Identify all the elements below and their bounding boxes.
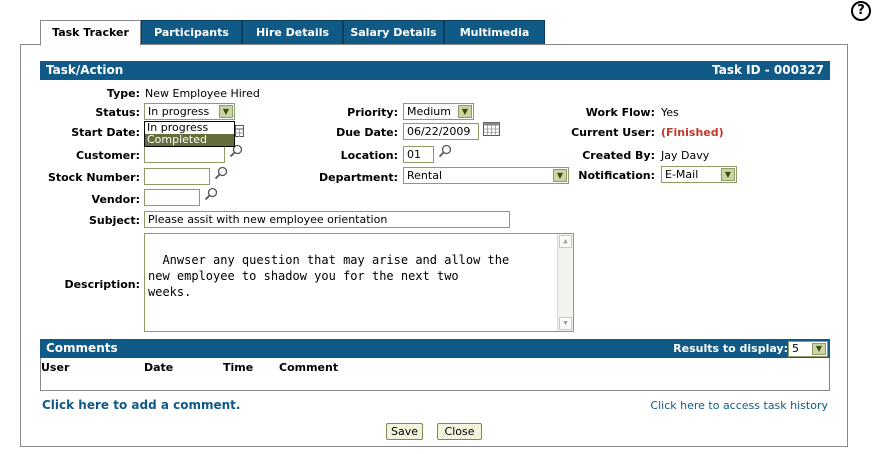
scroll-up-icon[interactable]: ▲ — [559, 235, 572, 248]
notification-label: Notification: — [578, 169, 655, 182]
task-id: Task ID - 000327 — [712, 63, 824, 77]
comments-column-date: Date — [144, 361, 174, 374]
search-icon[interactable] — [214, 166, 228, 180]
tab-salary-details[interactable]: Salary Details — [343, 20, 444, 45]
description-text: Anwser any question that may arise and a… — [148, 253, 510, 299]
tab-hire-details[interactable]: Hire Details — [242, 20, 343, 45]
chevron-down-icon[interactable]: ▼ — [721, 168, 735, 181]
status-option-completed[interactable]: Completed — [145, 134, 234, 146]
search-icon[interactable] — [438, 144, 452, 158]
search-icon[interactable] — [204, 187, 218, 201]
task-action-title: Task/Action — [46, 63, 124, 77]
priority-selected-value: Medium — [407, 105, 451, 118]
help-icon[interactable]: ? — [851, 1, 871, 21]
save-button[interactable]: Save — [386, 423, 423, 440]
department-label: Department: — [319, 171, 398, 184]
priority-select[interactable]: Medium ▼ — [403, 103, 474, 120]
add-comment-link[interactable]: Click here to add a comment. — [42, 398, 240, 412]
results-selected-value: 5 — [792, 342, 799, 355]
subject-label: Subject: — [88, 214, 140, 227]
workflow-value: Yes — [661, 106, 679, 119]
created-by-value: Jay Davy — [661, 149, 710, 162]
location-label: Location: — [340, 149, 398, 162]
customer-input[interactable] — [144, 146, 225, 163]
scroll-down-icon[interactable]: ▼ — [559, 317, 572, 330]
status-selected-value: In progress — [148, 105, 210, 118]
comments-column-user: User — [41, 361, 70, 374]
chevron-down-icon[interactable]: ▼ — [219, 105, 233, 118]
tab-task-tracker[interactable]: Task Tracker — [40, 20, 141, 46]
task-action-header: Task/Action Task ID - 000327 — [40, 61, 830, 80]
stock-number-label: Stock Number: — [47, 171, 140, 184]
description-textarea[interactable]: Anwser any question that may arise and a… — [144, 233, 574, 332]
notification-select[interactable]: E-Mail ▼ — [661, 166, 737, 183]
department-select[interactable]: Rental ▼ — [403, 167, 569, 184]
chevron-down-icon[interactable]: ▼ — [812, 343, 826, 355]
tab-participants[interactable]: Participants — [141, 20, 242, 45]
subject-input[interactable]: Please assit with new employee orientati… — [144, 211, 510, 228]
start-date-label: Start Date: — [71, 126, 140, 139]
notification-selected-value: E-Mail — [665, 168, 699, 181]
current-user-value: (Finished) — [661, 126, 724, 139]
comments-column-time: Time — [223, 361, 254, 374]
description-label: Description: — [64, 278, 140, 291]
tab-multimedia[interactable]: Multimedia — [444, 20, 545, 45]
calendar-icon[interactable] — [235, 124, 244, 138]
type-value: New Employee Hired — [145, 87, 260, 100]
priority-label: Priority: — [347, 106, 398, 119]
department-selected-value: Rental — [407, 169, 442, 182]
type-label: Type: — [106, 87, 140, 100]
comments-title: Comments — [46, 341, 118, 355]
stock-number-input[interactable] — [144, 168, 210, 185]
current-user-label: Current User: — [571, 126, 655, 139]
status-label: Status: — [95, 106, 140, 119]
due-date-label: Due Date: — [336, 126, 398, 139]
status-dropdown-list: In progress Completed — [144, 121, 235, 147]
vendor-input[interactable] — [144, 189, 200, 206]
vendor-label: Vendor: — [91, 193, 140, 206]
workflow-label: Work Flow: — [585, 106, 655, 119]
task-history-link[interactable]: Click here to access task history — [650, 399, 828, 412]
created-by-label: Created By: — [582, 149, 655, 162]
calendar-icon[interactable] — [483, 122, 500, 136]
results-to-display-select[interactable]: 5 ▼ — [788, 341, 828, 357]
chevron-down-icon[interactable]: ▼ — [458, 105, 472, 118]
customer-label: Customer: — [75, 149, 140, 162]
close-button[interactable]: Close — [437, 423, 482, 440]
results-to-display-label: Results to display: — [673, 342, 788, 355]
status-select[interactable]: In progress ▼ — [144, 103, 235, 120]
comments-column-comment: Comment — [279, 361, 339, 374]
description-scrollbar[interactable]: ▲ ▼ — [557, 234, 573, 331]
due-date-input[interactable]: 06/22/2009 — [403, 123, 479, 140]
comments-header: Comments Results to display: — [40, 339, 830, 358]
location-input[interactable]: 01 — [403, 146, 434, 163]
